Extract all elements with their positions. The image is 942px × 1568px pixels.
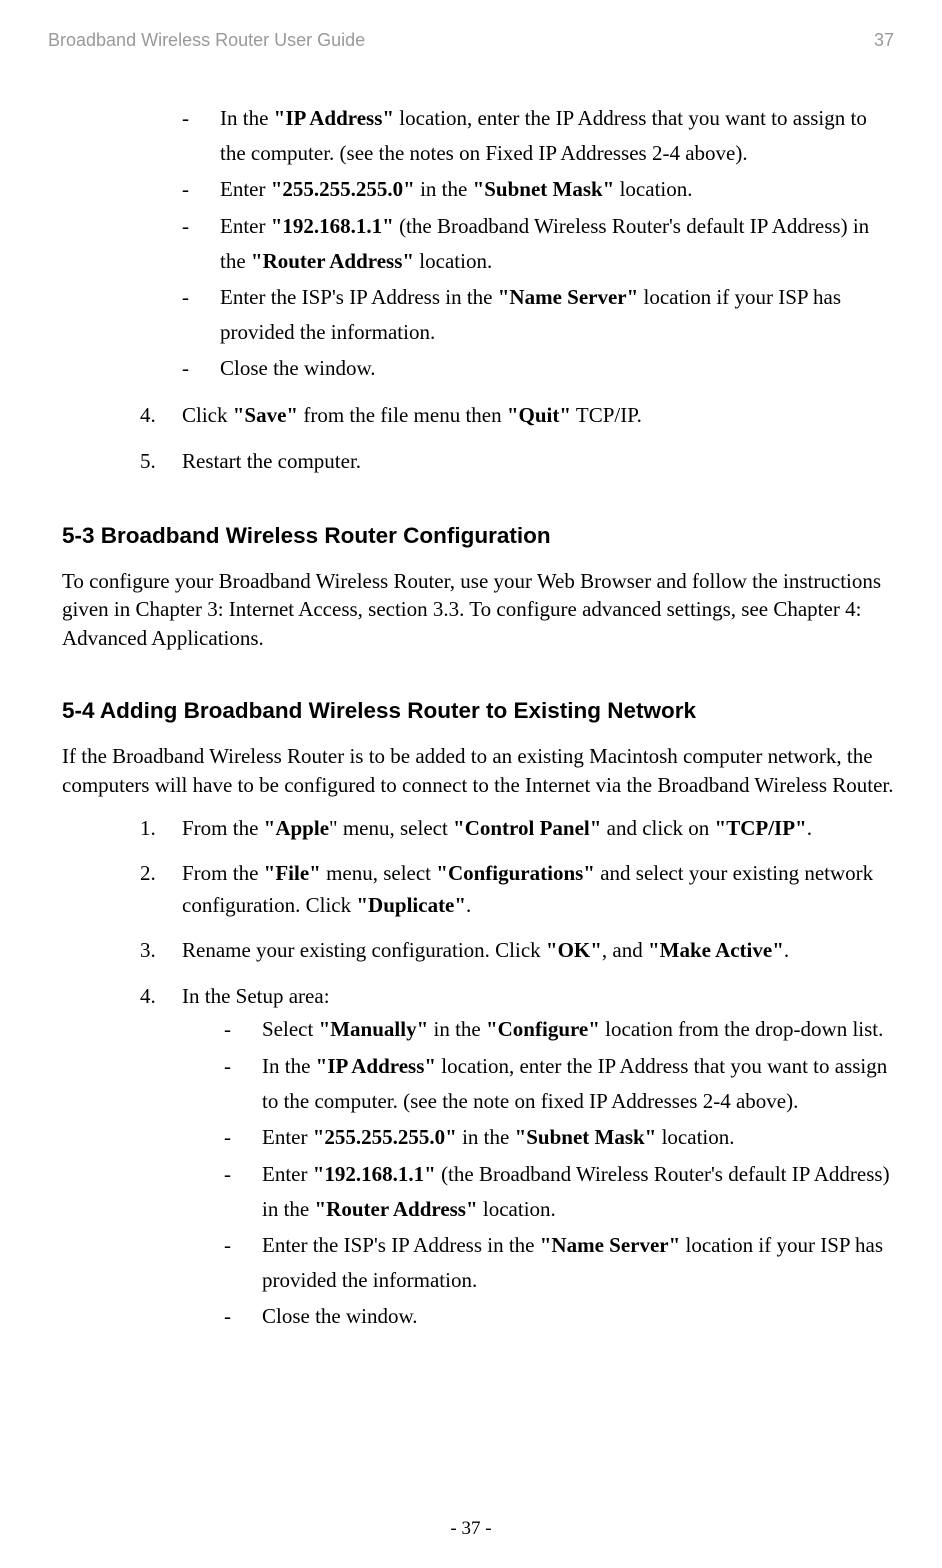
- list-item: Close the window.: [182, 351, 894, 386]
- list-item: From the "Apple" menu, select "Control P…: [140, 813, 894, 845]
- list-item: In the "IP Address" location, enter the …: [224, 1049, 894, 1118]
- section-heading-5-4: 5-4 Adding Broadband Wireless Router to …: [62, 698, 894, 724]
- section-heading-5-3: 5-3 Broadband Wireless Router Configurat…: [62, 523, 894, 549]
- page-header: Broadband Wireless Router User Guide 37: [48, 30, 894, 51]
- list-item: In the "IP Address" location, enter the …: [182, 101, 894, 170]
- list-item: From the "File" menu, select "Configurat…: [140, 858, 894, 921]
- section-5-4-para: If the Broadband Wireless Router is to b…: [62, 742, 894, 799]
- section-5-4-steps: From the "Apple" menu, select "Control P…: [62, 813, 894, 1334]
- list-item: Close the window.: [224, 1299, 894, 1334]
- top-dash-list: In the "IP Address" location, enter the …: [62, 101, 894, 386]
- top-num-list: Click "Save" from the file menu then "Qu…: [62, 400, 894, 477]
- list-item: Enter the ISP's IP Address in the "Name …: [224, 1228, 894, 1297]
- page-number-top: 37: [874, 30, 894, 51]
- list-item: Rename your existing configuration. Clic…: [140, 935, 894, 967]
- setup-area-dashes: Select "Manually" in the "Configure" loc…: [182, 1012, 894, 1334]
- list-item: Restart the computer.: [140, 446, 894, 478]
- list-item: Enter "255.255.255.0" in the "Subnet Mas…: [182, 172, 894, 207]
- page-footer: - 37 -: [0, 1518, 942, 1540]
- page-content: In the "IP Address" location, enter the …: [48, 101, 894, 1334]
- list-item: Select "Manually" in the "Configure" loc…: [224, 1012, 894, 1047]
- doc-title: Broadband Wireless Router User Guide: [48, 30, 365, 51]
- list-item: Enter "255.255.255.0" in the "Subnet Mas…: [224, 1120, 894, 1155]
- list-item: Enter the ISP's IP Address in the "Name …: [182, 280, 894, 349]
- list-item: Click "Save" from the file menu then "Qu…: [140, 400, 894, 432]
- section-5-3-para: To configure your Broadband Wireless Rou…: [62, 567, 894, 652]
- list-item: Enter "192.168.1.1" (the Broadband Wirel…: [224, 1157, 894, 1226]
- list-item: Enter "192.168.1.1" (the Broadband Wirel…: [182, 209, 894, 278]
- list-item: In the Setup area: Select "Manually" in …: [140, 981, 894, 1334]
